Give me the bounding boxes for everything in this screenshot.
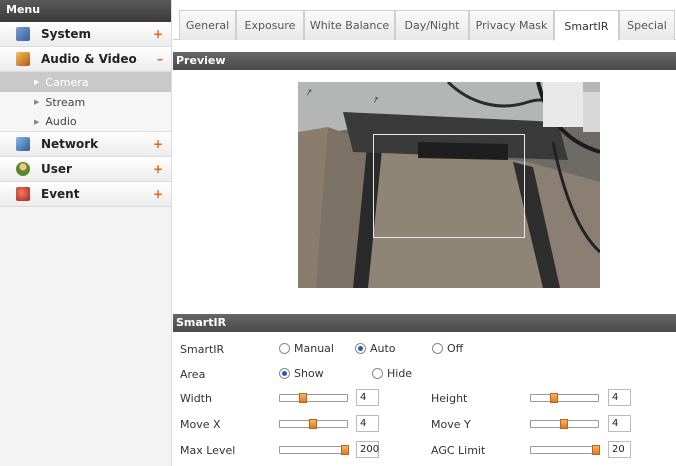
radio-dot (279, 343, 290, 354)
max-level-value[interactable]: 200 (356, 441, 379, 458)
sidebar: Menu System + Audio & Video – ▶ Camera ▶… (0, 0, 172, 466)
preview-section-title: Preview (173, 52, 676, 70)
radio-dot (372, 368, 383, 379)
sidebar-subitem-camera[interactable]: ▶ Camera (0, 72, 171, 92)
user-icon (16, 162, 30, 176)
move-y-slider[interactable] (530, 419, 599, 429)
width-slider[interactable] (279, 393, 348, 403)
sidebar-item-audio-video[interactable]: Audio & Video – (0, 47, 171, 72)
tab-special[interactable]: Special (619, 10, 675, 40)
sidebar-subitem-label: Camera (45, 75, 89, 89)
smartir-area-box[interactable] (373, 134, 525, 238)
radio-label: Hide (387, 367, 413, 380)
triangle-right-icon: ▶ (34, 98, 40, 106)
main-content: General Exposure White Balance Day/Night… (173, 0, 676, 466)
tab-exposure[interactable]: Exposure (236, 10, 304, 40)
camera-preview-image: ↗ ↗ (298, 80, 602, 288)
sidebar-item-system[interactable]: System + (0, 22, 171, 47)
smartir-mode-label: SmartIR (180, 343, 225, 356)
sidebar-item-label: Audio & Video (41, 52, 137, 66)
tab-day-night[interactable]: Day/Night (395, 10, 469, 40)
width-label: Width (180, 392, 212, 405)
max-level-label: Max Level (180, 444, 236, 457)
tab-general[interactable]: General (179, 10, 236, 40)
slider-knob[interactable] (299, 393, 307, 403)
tab-privacy-mask[interactable]: Privacy Mask (469, 10, 554, 40)
radio-label: Auto (370, 342, 396, 355)
agc-limit-value[interactable]: 20 (608, 441, 631, 458)
sidebar-subitem-label: Stream (45, 95, 86, 109)
event-icon (16, 187, 30, 201)
smartir-manual-radio[interactable]: Manual (279, 342, 334, 355)
audio-video-icon (16, 52, 30, 66)
sidebar-item-user[interactable]: User + (0, 157, 171, 182)
slider-knob[interactable] (550, 393, 558, 403)
smartir-auto-radio[interactable]: Auto (355, 342, 396, 355)
area-label: Area (180, 368, 206, 381)
sidebar-subitem-label: Audio (45, 115, 77, 128)
sidebar-item-label: Event (41, 187, 80, 201)
slider-knob[interactable] (309, 419, 317, 429)
move-row: Move X 4 Move Y 4 (173, 412, 676, 437)
radio-label: Show (294, 367, 324, 380)
area-show-radio[interactable]: Show (279, 367, 324, 380)
expand-icon[interactable]: + (153, 137, 163, 151)
area-row: Area Show Hide (173, 362, 676, 387)
triangle-right-icon: ▶ (34, 117, 40, 126)
system-icon (16, 27, 30, 41)
menu-header: Menu (0, 0, 171, 22)
level-row: Max Level 200 AGC Limit 20 (173, 438, 676, 463)
smartir-mode-row: SmartIR Manual Auto Off (173, 337, 676, 362)
width-value[interactable]: 4 (356, 389, 379, 406)
smartir-section-title: SmartIR (173, 314, 676, 332)
expand-icon[interactable]: + (153, 27, 163, 41)
sidebar-item-label: System (41, 27, 91, 41)
sidebar-subitem-audio[interactable]: ▶ Audio (0, 112, 171, 132)
max-level-slider[interactable] (279, 445, 349, 455)
expand-icon[interactable]: + (153, 162, 163, 176)
height-slider[interactable] (530, 393, 599, 403)
slider-knob[interactable] (560, 419, 568, 429)
move-x-value[interactable]: 4 (356, 415, 379, 432)
height-value[interactable]: 4 (608, 389, 631, 406)
sidebar-subitem-stream[interactable]: ▶ Stream (0, 92, 171, 112)
preview-area: ↗ ↗ (173, 70, 676, 310)
agc-limit-slider[interactable] (530, 445, 600, 455)
height-label: Height (431, 392, 468, 405)
expand-icon[interactable]: + (153, 187, 163, 201)
triangle-right-icon: ▶ (34, 78, 40, 86)
move-x-label: Move X (180, 418, 221, 431)
sidebar-item-label: Network (41, 137, 99, 151)
collapse-icon[interactable]: – (157, 52, 163, 66)
tab-smartir[interactable]: SmartIR (554, 10, 619, 41)
radio-label: Manual (294, 342, 334, 355)
move-y-value[interactable]: 4 (608, 415, 631, 432)
smartir-off-radio[interactable]: Off (432, 342, 463, 355)
agc-limit-label: AGC Limit (431, 444, 486, 457)
move-y-label: Move Y (431, 418, 471, 431)
sidebar-item-network[interactable]: Network + (0, 132, 171, 157)
tab-bar: General Exposure White Balance Day/Night… (173, 0, 676, 41)
radio-dot (432, 343, 443, 354)
slider-knob[interactable] (592, 445, 600, 455)
radio-dot-selected (279, 368, 290, 379)
radio-dot-selected (355, 343, 366, 354)
tab-white-balance[interactable]: White Balance (304, 10, 395, 40)
slider-knob[interactable] (341, 445, 349, 455)
width-height-row: Width 4 Height 4 (173, 386, 676, 411)
radio-label: Off (447, 342, 464, 355)
move-x-slider[interactable] (279, 419, 348, 429)
network-icon (16, 137, 30, 151)
sidebar-item-label: User (41, 162, 72, 176)
area-hide-radio[interactable]: Hide (372, 367, 412, 380)
sidebar-item-event[interactable]: Event + (0, 182, 171, 207)
